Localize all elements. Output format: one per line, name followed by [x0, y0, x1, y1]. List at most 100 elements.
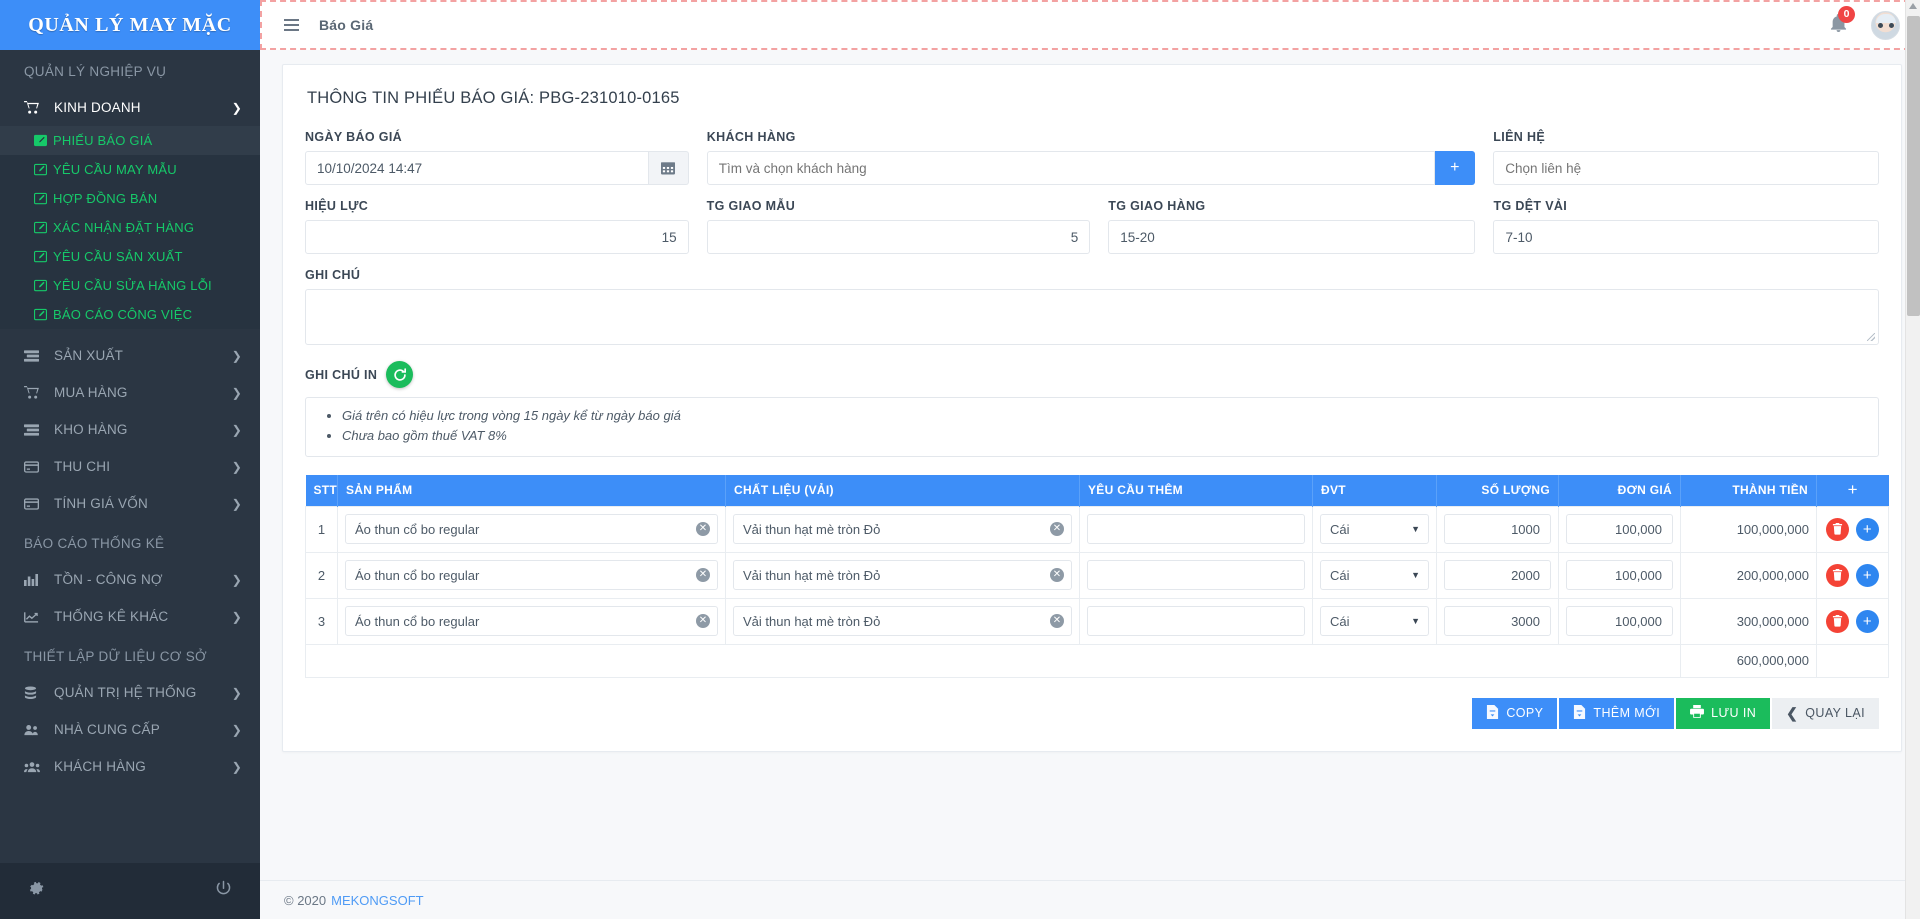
ghi-chu-textarea[interactable]: [305, 289, 1879, 345]
sidebar-item-xac-nhan-dat-hang[interactable]: XÁC NHẬN ĐẶT HÀNG: [0, 213, 260, 242]
field-ngay-bao-gia: NGÀY BÁO GIÁ 10/10/2024 14:47: [305, 130, 689, 185]
sidebar-item-quan-tri-he-thong[interactable]: QUẢN TRỊ HỆ THỐNG ❯: [0, 674, 260, 711]
so-luong-input[interactable]: 2000: [1444, 560, 1551, 590]
sidebar-item-yeu-cau-may-mau[interactable]: YÊU CẦU MAY MẪU: [0, 155, 260, 184]
power-icon[interactable]: [215, 880, 232, 902]
clear-circle-icon[interactable]: ✕: [696, 568, 710, 582]
hamburger-icon[interactable]: [284, 19, 299, 31]
column-so-luong: SỐ LƯỢNG: [1436, 475, 1559, 506]
add-row-button[interactable]: +: [1816, 475, 1889, 506]
cell-san-pham: Áo thun cổ bo regular ✕: [337, 505, 726, 553]
topbar: Báo Giá 0: [260, 0, 1920, 50]
don-gia-input[interactable]: 100,000: [1566, 606, 1673, 636]
avatar[interactable]: [1871, 10, 1900, 40]
cell-so-luong: 3000: [1436, 597, 1559, 645]
clear-circle-icon[interactable]: ✕: [696, 522, 710, 536]
lien-he-input[interactable]: [1493, 151, 1879, 185]
tg-giao-hang-input[interactable]: 15-20: [1108, 220, 1476, 254]
dvt-select[interactable]: Cái ▼: [1320, 514, 1429, 544]
clear-circle-icon[interactable]: ✕: [1050, 614, 1064, 628]
sidebar-item-tinh-gia-von[interactable]: TÍNH GIÁ VỐN ❯: [0, 485, 260, 522]
chat-lieu-input[interactable]: Vải thun hạt mè tròn Đỏ ✕: [733, 606, 1072, 636]
form-row-2: HIỆU LỰC 15 TG GIAO MẪU 5 TG GIAO HÀNG 1…: [305, 199, 1879, 254]
sidebar-group-kinh-doanh[interactable]: KINH DOANH ❯: [0, 89, 260, 126]
note-item: Giá trên có hiệu lực trong vòng 15 ngày …: [342, 406, 1868, 426]
trash-icon[interactable]: [1826, 563, 1850, 587]
field-label: NGÀY BÁO GIÁ: [305, 130, 403, 144]
sidebar-item-phieu-bao-gia[interactable]: PHIẾU BÁO GIÁ: [0, 126, 260, 155]
refresh-icon[interactable]: [386, 361, 414, 388]
note-list: Giá trên có hiệu lực trong vòng 15 ngày …: [316, 406, 1868, 446]
file-add-icon: [1573, 704, 1586, 722]
sidebar-item-thong-ke-khac[interactable]: THỐNG KÊ KHÁC ❯: [0, 598, 260, 635]
cart-icon: [24, 101, 46, 114]
yeu-cau-them-input[interactable]: [1087, 560, 1305, 590]
table-row: 1 Áo thun cổ bo regular ✕ Vải thun hạt m…: [305, 505, 1889, 553]
khach-hang-input[interactable]: [706, 151, 1436, 185]
sidebar-item-thu-chi[interactable]: THU CHI ❯: [0, 448, 260, 485]
tg-det-vai-input[interactable]: 7-10: [1493, 220, 1879, 254]
hieu-luc-input[interactable]: 15: [305, 220, 689, 254]
san-pham-input[interactable]: Áo thun cổ bo regular ✕: [345, 606, 718, 636]
chat-lieu-input[interactable]: Vải thun hạt mè tròn Đỏ ✕: [733, 560, 1072, 590]
clear-circle-icon[interactable]: ✕: [1050, 568, 1064, 582]
chat-lieu-input[interactable]: Vải thun hạt mè tròn Đỏ ✕: [733, 514, 1072, 544]
sidebar-item-nha-cung-cap[interactable]: NHÀ CUNG CẤP ❯: [0, 711, 260, 748]
edit-icon: [34, 134, 47, 147]
notification-bell[interactable]: 0: [1830, 5, 1855, 37]
tg-giao-mau-input[interactable]: 5: [706, 220, 1091, 254]
sidebar-item-khach-hang[interactable]: KHÁCH HÀNG ❯: [0, 748, 260, 785]
edit-icon: [34, 192, 47, 205]
cell-dvt: Cái ▼: [1312, 551, 1437, 599]
chevron-left-icon: ❮: [1786, 704, 1799, 721]
nav-heading-nghiep-vu: QUẢN LÝ NGHIỆP VỤ: [24, 64, 167, 79]
chevron-down-icon: ❯: [231, 100, 242, 115]
quay-lai-button[interactable]: ❮ QUAY LẠI: [1772, 697, 1879, 729]
plus-icon[interactable]: +: [1855, 563, 1879, 587]
trash-icon[interactable]: [1826, 517, 1850, 541]
so-luong-input[interactable]: 1000: [1444, 514, 1551, 544]
add-khach-hang-button[interactable]: +: [1435, 151, 1476, 185]
yeu-cau-them-input[interactable]: [1087, 606, 1305, 636]
cell-actions: +: [1816, 551, 1889, 599]
total-blank: [1816, 643, 1889, 678]
scroll-up-arrow-icon[interactable]: [1909, 3, 1917, 9]
sidebar-item-yeu-cau-san-xuat[interactable]: YÊU CẦU SẢN XUẤT: [0, 242, 260, 271]
gear-icon[interactable]: [28, 880, 45, 902]
scrollbar-thumb[interactable]: [1907, 16, 1920, 316]
field-tg-det-vai: TG DỆT VẢI 7-10: [1493, 199, 1879, 254]
field-tg-giao-hang: TG GIAO HÀNG 15-20: [1108, 199, 1476, 254]
chevron-down-icon: ▼: [1411, 616, 1420, 626]
trash-icon[interactable]: [1826, 609, 1850, 633]
so-luong-input[interactable]: 3000: [1444, 606, 1551, 636]
dvt-select[interactable]: Cái ▼: [1320, 560, 1429, 590]
sidebar-item-kho-hang[interactable]: KHO HÀNG ❯: [0, 411, 260, 448]
sidebar-item-san-xuat[interactable]: SẢN XUẤT ❯: [0, 337, 260, 374]
don-gia-input[interactable]: 100,000: [1566, 514, 1673, 544]
copy-button[interactable]: COPY: [1472, 697, 1558, 729]
san-pham-input[interactable]: Áo thun cổ bo regular ✕: [345, 514, 718, 544]
san-pham-input[interactable]: Áo thun cổ bo regular ✕: [345, 560, 718, 590]
brand-logo[interactable]: QUẢN LÝ MAY MẶC: [0, 0, 260, 50]
page-scrollbar[interactable]: [1905, 0, 1920, 919]
sidebar-item-yeu-cau-sua-hang-loi[interactable]: YÊU CẦU SỬA HÀNG LỖI: [0, 271, 260, 300]
sidebar-item-hop-dong-ban[interactable]: HỢP ĐỒNG BÁN: [0, 184, 260, 213]
yeu-cau-them-input[interactable]: [1087, 514, 1305, 544]
plus-icon[interactable]: +: [1855, 517, 1879, 541]
dvt-select[interactable]: Cái ▼: [1320, 606, 1429, 636]
don-gia-input[interactable]: 100,000: [1566, 560, 1673, 590]
sidebar-item-mua-hang[interactable]: MUA HÀNG ❯: [0, 374, 260, 411]
plus-icon[interactable]: +: [1855, 609, 1879, 633]
sidebar-footer: [0, 863, 260, 919]
sidebar-item-bao-cao-cong-viec[interactable]: BÁO CÁO CÔNG VIỆC: [0, 300, 260, 329]
sidebar-item-label: SẢN XUẤT: [54, 348, 124, 363]
field-ghi-chu: GHI CHÚ: [305, 268, 1879, 345]
ngay-bao-gia-input[interactable]: 10/10/2024 14:47: [305, 151, 649, 185]
clear-circle-icon[interactable]: ✕: [696, 614, 710, 628]
clear-circle-icon[interactable]: ✕: [1050, 522, 1064, 536]
calendar-icon[interactable]: [648, 151, 689, 185]
sidebar-item-ton-cong-no[interactable]: TỒN - CÔNG NỢ ❯: [0, 561, 260, 598]
them-moi-button[interactable]: THÊM MỚI: [1559, 697, 1675, 729]
company-link[interactable]: MEKONGSOFT: [331, 893, 423, 908]
luu-in-button[interactable]: LƯU IN: [1676, 697, 1771, 729]
